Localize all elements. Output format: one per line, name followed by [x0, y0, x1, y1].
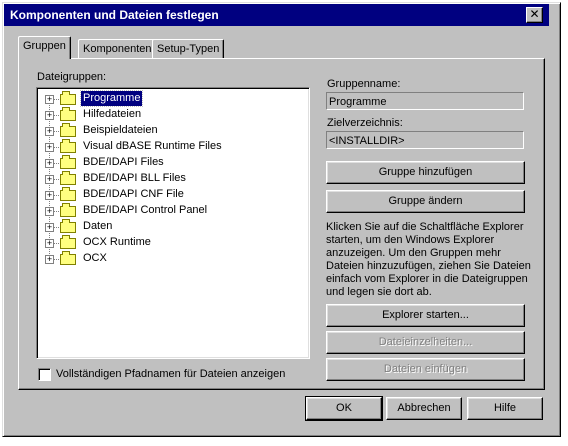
- tab-label: Gruppen: [23, 40, 66, 52]
- tree-item-hilfedateien[interactable]: + Hilfedateien: [37, 107, 297, 123]
- tree-item-beispieldateien[interactable]: + Beispieldateien: [37, 123, 297, 139]
- tree-item-bde-idapi-files[interactable]: + BDE/IDAPI Files: [37, 155, 297, 171]
- tree-item-label: Beispieldateien: [83, 124, 158, 136]
- tab-label: Komponenten: [83, 43, 152, 55]
- tree-item-label: Programme: [79, 90, 144, 107]
- explorer-instructions: Klicken Sie auf die Schaltfläche Explore…: [326, 221, 531, 298]
- folder-icon: [60, 107, 76, 121]
- folder-icon: [60, 139, 76, 153]
- tree-item-label: OCX: [83, 252, 107, 264]
- tab-gruppen[interactable]: Gruppen: [18, 36, 71, 59]
- file-details-button[interactable]: Dateieinzelheiten...: [326, 331, 525, 354]
- full-path-checkbox[interactable]: [38, 368, 51, 381]
- file-groups-label: Dateigruppen:: [37, 71, 107, 83]
- folder-icon: [60, 91, 76, 105]
- expand-icon[interactable]: +: [45, 255, 54, 264]
- folder-icon: [60, 155, 76, 169]
- explorer-start-button[interactable]: Explorer starten...: [326, 304, 525, 327]
- change-group-button[interactable]: Gruppe ändern: [326, 190, 525, 213]
- close-button[interactable]: ✕: [526, 7, 543, 23]
- window-title: Komponenten und Dateien festlegen: [10, 8, 219, 22]
- tree-item-label: BDE/IDAPI Files: [83, 156, 164, 168]
- folder-icon: [60, 203, 76, 217]
- full-path-checkbox-label[interactable]: Vollständigen Pfadnamen für Dateien anze…: [56, 368, 285, 380]
- tab-komponenten[interactable]: Komponenten: [78, 39, 157, 58]
- target-dir-field: <INSTALLDIR>: [326, 131, 524, 149]
- tree-item-bde-idapi-cnf-file[interactable]: + BDE/IDAPI CNF File: [37, 187, 297, 203]
- group-name-value: Programme: [329, 96, 387, 108]
- help-button[interactable]: Hilfe: [467, 397, 543, 420]
- title-bar: Komponenten und Dateien festlegen ✕: [4, 4, 549, 26]
- tree-item-bde-idapi-control-panel[interactable]: + BDE/IDAPI Control Panel: [37, 203, 297, 219]
- folder-icon: [60, 219, 76, 233]
- file-groups-tree[interactable]: + Programme + Hilfedateien + Beispieldat…: [36, 87, 310, 359]
- folder-icon: [60, 235, 76, 249]
- expand-icon[interactable]: +: [45, 95, 54, 104]
- tree-item-bde-idapi-bll-files[interactable]: + BDE/IDAPI BLL Files: [37, 171, 297, 187]
- folder-icon: [60, 123, 76, 137]
- tab-label: Setup-Typen: [157, 43, 220, 55]
- target-dir-label: Zielverzeichnis:: [327, 117, 403, 129]
- expand-icon[interactable]: +: [45, 207, 54, 216]
- expand-icon[interactable]: +: [45, 175, 54, 184]
- tree-item-label: BDE/IDAPI Control Panel: [83, 204, 208, 216]
- expand-icon[interactable]: +: [45, 191, 54, 200]
- expand-icon[interactable]: +: [45, 239, 54, 248]
- tree-item-label: BDE/IDAPI CNF File: [83, 188, 184, 200]
- tree-item-visual-dbase-runtime-files[interactable]: + Visual dBASE Runtime Files: [37, 139, 297, 155]
- tree-item-label: Hilfedateien: [83, 108, 142, 120]
- tree-item-ocx-runtime[interactable]: + OCX Runtime: [37, 235, 297, 251]
- tree-item-programme[interactable]: + Programme: [37, 90, 297, 107]
- group-name-label: Gruppenname:: [327, 78, 401, 90]
- group-name-field: Programme: [326, 92, 524, 110]
- tree-item-ocx[interactable]: + OCX: [37, 251, 297, 267]
- expand-icon[interactable]: +: [45, 159, 54, 168]
- tab-setup-typen[interactable]: Setup-Typen: [152, 39, 225, 58]
- cancel-button[interactable]: Abbrechen: [386, 397, 462, 420]
- tree-item-label: OCX Runtime: [83, 236, 151, 248]
- target-dir-value: <INSTALLDIR>: [329, 135, 405, 147]
- tree-item-daten[interactable]: + Daten: [37, 219, 297, 235]
- tree-item-label: Daten: [83, 220, 113, 232]
- expand-icon[interactable]: +: [45, 111, 54, 120]
- expand-icon[interactable]: +: [45, 223, 54, 232]
- folder-icon: [60, 251, 76, 265]
- folder-icon: [60, 187, 76, 201]
- ok-button[interactable]: OK: [305, 396, 383, 421]
- tree-item-label: BDE/IDAPI BLL Files: [83, 172, 186, 184]
- close-icon: ✕: [529, 7, 540, 21]
- add-group-button[interactable]: Gruppe hinzufügen: [326, 161, 525, 184]
- folder-icon: [60, 171, 76, 185]
- insert-files-button[interactable]: Dateien einfügen: [326, 358, 525, 381]
- expand-icon[interactable]: +: [45, 127, 54, 136]
- tree-item-label: Visual dBASE Runtime Files: [83, 140, 222, 152]
- expand-icon[interactable]: +: [45, 143, 54, 152]
